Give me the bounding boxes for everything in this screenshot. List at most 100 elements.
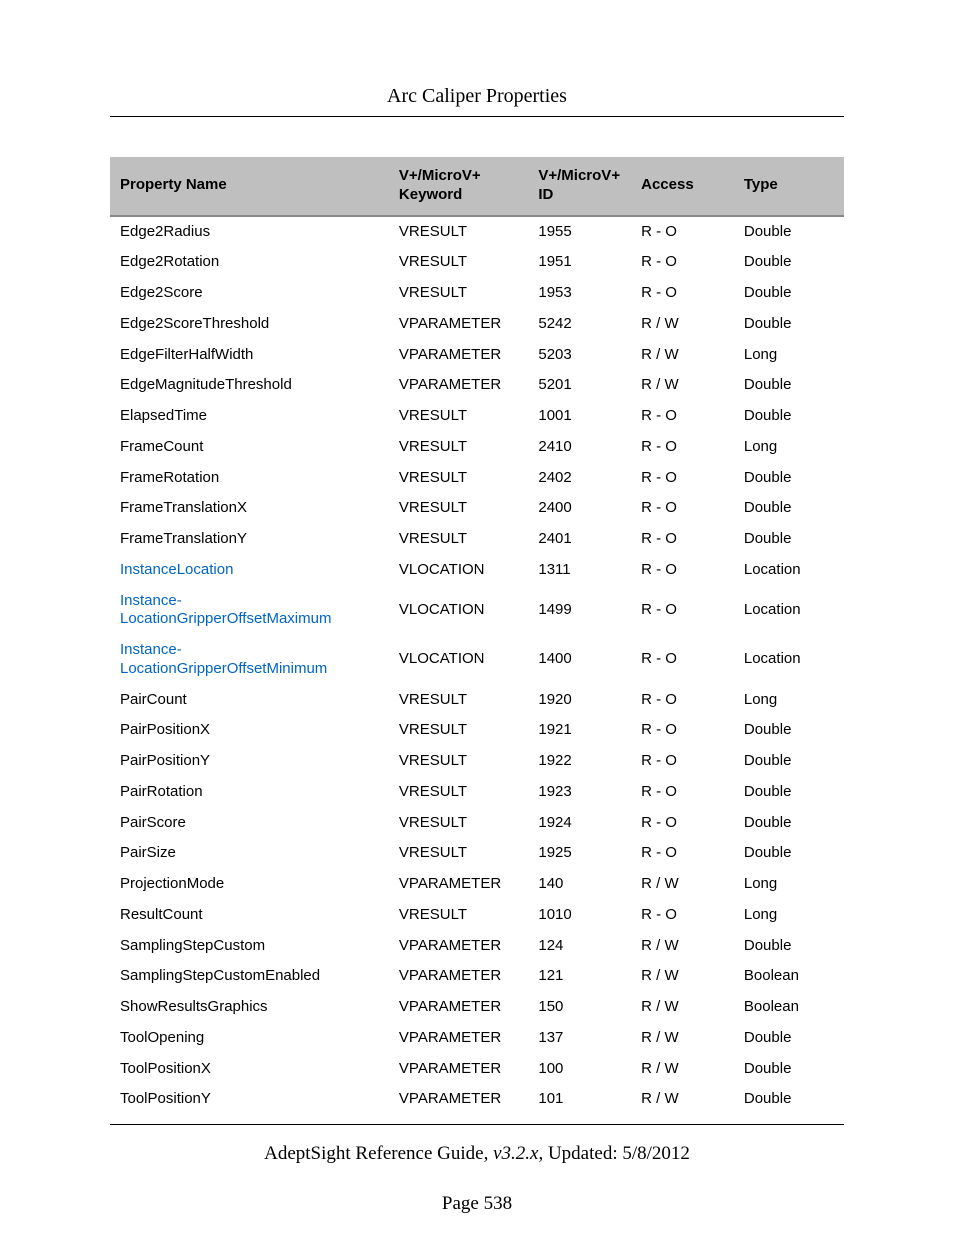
- cell-keyword: VPARAMETER: [389, 1023, 528, 1054]
- table-row: EdgeFilterHalfWidthVPARAMETER5203R / WLo…: [110, 340, 844, 371]
- cell-access: R / W: [631, 992, 734, 1023]
- cell-keyword: VRESULT: [389, 247, 528, 278]
- table-row: ShowResultsGraphicsVPARAMETER150R / WBoo…: [110, 992, 844, 1023]
- cell-id: 1922: [528, 746, 631, 777]
- cell-access: R / W: [631, 370, 734, 401]
- cell-access: R - O: [631, 715, 734, 746]
- table-row: Edge2ScoreVRESULT1953R - ODouble: [110, 278, 844, 309]
- cell-id: 5242: [528, 309, 631, 340]
- cell-property-name: PairSize: [110, 838, 389, 869]
- cell-type: Double: [734, 746, 844, 777]
- cell-keyword: VPARAMETER: [389, 869, 528, 900]
- col-property-name: Property Name: [110, 157, 389, 216]
- table-row: SamplingStepCustomVPARAMETER124R / WDoub…: [110, 931, 844, 962]
- col-keyword: V+/MicroV+Keyword: [389, 157, 528, 216]
- cell-access: R - O: [631, 493, 734, 524]
- table-row: ElapsedTimeVRESULT1001R - ODouble: [110, 401, 844, 432]
- cell-property-name: Edge2Score: [110, 278, 389, 309]
- cell-id: 1311: [528, 555, 631, 586]
- cell-property-name: Instance-LocationGripperOffsetMaximum: [110, 586, 389, 636]
- cell-id: 1955: [528, 216, 631, 248]
- cell-access: R - O: [631, 586, 734, 636]
- cell-type: Double: [734, 216, 844, 248]
- cell-keyword: VPARAMETER: [389, 961, 528, 992]
- cell-property-name: PairPositionX: [110, 715, 389, 746]
- table-row: FrameCountVRESULT2410R - OLong: [110, 432, 844, 463]
- cell-access: R - O: [631, 838, 734, 869]
- guide-updated: , Updated: 5/8/2012: [538, 1143, 689, 1164]
- cell-access: R - O: [631, 777, 734, 808]
- cell-id: 1001: [528, 401, 631, 432]
- property-link[interactable]: InstanceLocation: [120, 561, 233, 578]
- cell-id: 140: [528, 869, 631, 900]
- cell-id: 100: [528, 1054, 631, 1085]
- cell-keyword: VLOCATION: [389, 635, 528, 685]
- cell-property-name: ShowResultsGraphics: [110, 992, 389, 1023]
- cell-keyword: VRESULT: [389, 493, 528, 524]
- cell-access: R / W: [631, 869, 734, 900]
- cell-keyword: VRESULT: [389, 432, 528, 463]
- cell-type: Long: [734, 685, 844, 716]
- guide-version: , v3.2.x: [484, 1143, 539, 1164]
- cell-type: Double: [734, 777, 844, 808]
- cell-keyword: VPARAMETER: [389, 1054, 528, 1085]
- cell-property-name: EdgeMagnitudeThreshold: [110, 370, 389, 401]
- cell-type: Location: [734, 635, 844, 685]
- table-row: FrameTranslationXVRESULT2400R - ODouble: [110, 493, 844, 524]
- cell-id: 2401: [528, 524, 631, 555]
- table-row: EdgeMagnitudeThresholdVPARAMETER5201R / …: [110, 370, 844, 401]
- table-row: ResultCountVRESULT1010R - OLong: [110, 900, 844, 931]
- cell-property-name: PairRotation: [110, 777, 389, 808]
- table-row: PairPositionXVRESULT1921R - ODouble: [110, 715, 844, 746]
- cell-property-name: EdgeFilterHalfWidth: [110, 340, 389, 371]
- cell-access: R / W: [631, 931, 734, 962]
- cell-type: Double: [734, 493, 844, 524]
- cell-type: Boolean: [734, 961, 844, 992]
- cell-property-name: FrameRotation: [110, 463, 389, 494]
- cell-keyword: VLOCATION: [389, 555, 528, 586]
- cell-id: 5201: [528, 370, 631, 401]
- cell-type: Double: [734, 1023, 844, 1054]
- cell-keyword: VRESULT: [389, 746, 528, 777]
- table-row: FrameRotationVRESULT2402R - ODouble: [110, 463, 844, 494]
- cell-property-name: SamplingStepCustom: [110, 931, 389, 962]
- col-type: Type: [734, 157, 844, 216]
- cell-type: Double: [734, 838, 844, 869]
- cell-keyword: VRESULT: [389, 524, 528, 555]
- cell-access: R - O: [631, 635, 734, 685]
- cell-id: 1924: [528, 808, 631, 839]
- cell-type: Double: [734, 278, 844, 309]
- cell-access: R - O: [631, 216, 734, 248]
- cell-type: Double: [734, 309, 844, 340]
- property-link[interactable]: Instance-LocationGripperOffsetMaximum: [120, 592, 331, 628]
- table-row: Edge2RadiusVRESULT1955R - ODouble: [110, 216, 844, 248]
- cell-access: R - O: [631, 746, 734, 777]
- cell-id: 1920: [528, 685, 631, 716]
- cell-keyword: VPARAMETER: [389, 370, 528, 401]
- table-row: Edge2ScoreThresholdVPARAMETER5242R / WDo…: [110, 309, 844, 340]
- cell-id: 1923: [528, 777, 631, 808]
- cell-id: 1953: [528, 278, 631, 309]
- cell-id: 1499: [528, 586, 631, 636]
- cell-property-name: Edge2Rotation: [110, 247, 389, 278]
- table-row: FrameTranslationYVRESULT2401R - ODouble: [110, 524, 844, 555]
- cell-property-name: ProjectionMode: [110, 869, 389, 900]
- col-id: V+/MicroV+ID: [528, 157, 631, 216]
- table-row: PairScoreVRESULT1924R - ODouble: [110, 808, 844, 839]
- cell-keyword: VPARAMETER: [389, 931, 528, 962]
- property-link[interactable]: Instance-LocationGripperOffsetMinimum: [120, 641, 327, 677]
- cell-property-name: FrameCount: [110, 432, 389, 463]
- cell-id: 1951: [528, 247, 631, 278]
- cell-access: R - O: [631, 247, 734, 278]
- cell-keyword: VRESULT: [389, 900, 528, 931]
- cell-type: Double: [734, 370, 844, 401]
- cell-keyword: VRESULT: [389, 278, 528, 309]
- table-header-row: Property Name V+/MicroV+Keyword V+/Micro…: [110, 157, 844, 216]
- cell-type: Double: [734, 247, 844, 278]
- table-row: Instance-LocationGripperOffsetMinimum VLO…: [110, 635, 844, 685]
- page-number: Page 538: [110, 1193, 844, 1215]
- table-row: PairRotationVRESULT1923R - ODouble: [110, 777, 844, 808]
- table-row: ToolPositionYVPARAMETER101R / WDouble: [110, 1084, 844, 1115]
- footer-guide: AdeptSight Reference Guide, v3.2.x, Upda…: [110, 1143, 844, 1165]
- cell-type: Long: [734, 340, 844, 371]
